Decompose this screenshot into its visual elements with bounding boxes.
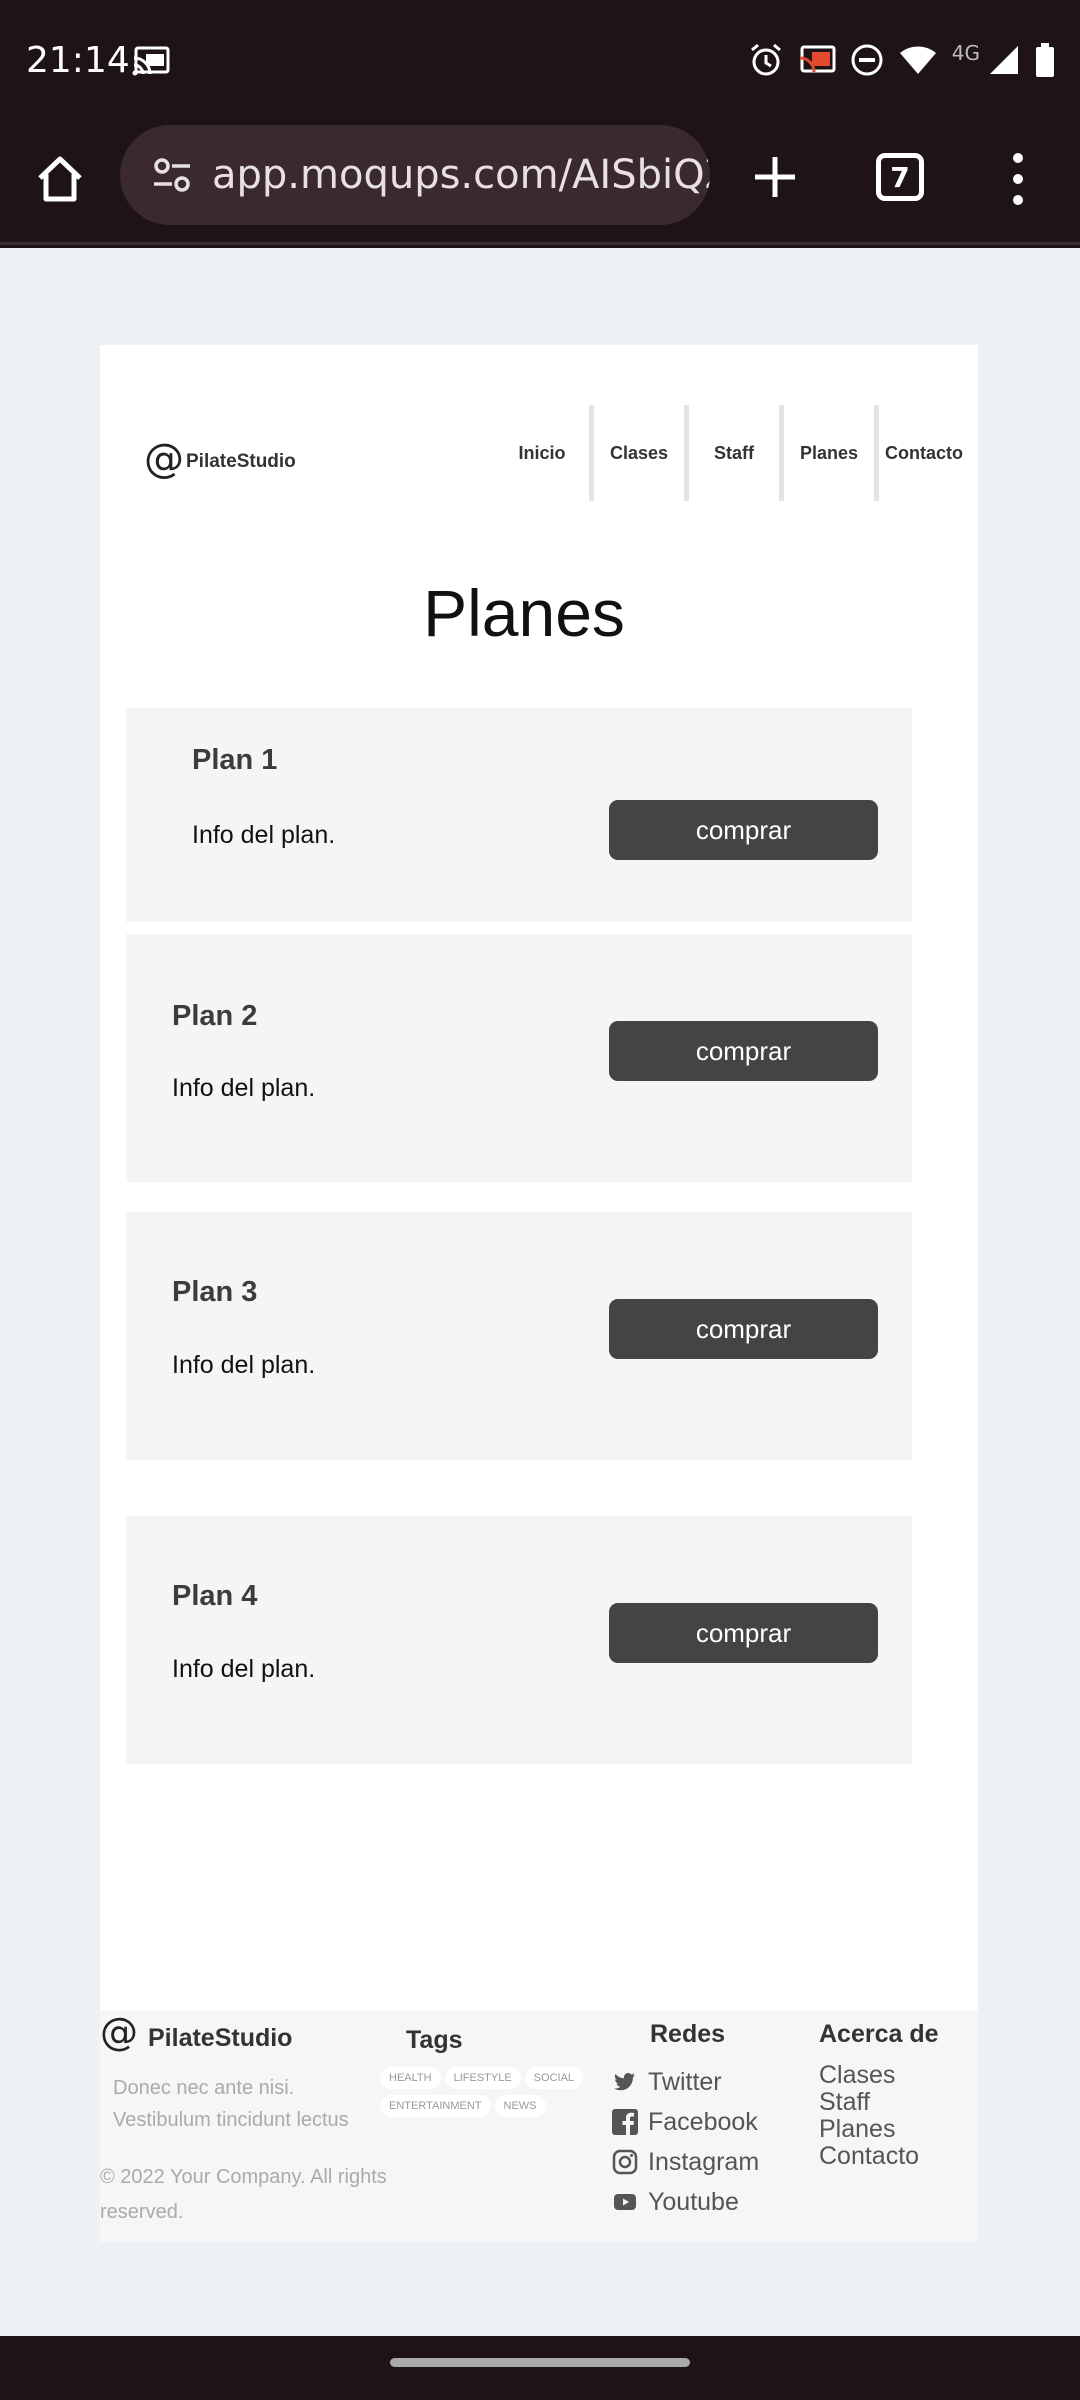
battery-icon [1034,42,1056,83]
social-facebook[interactable]: Facebook [610,2102,759,2142]
tag-entertainment[interactable]: ENTERTAINMENT [380,2095,491,2117]
status-time: 21:14 [26,40,130,81]
about-link-contacto[interactable]: Contacto [819,2143,919,2170]
buy-button[interactable]: comprar [609,1021,878,1081]
screen-cast-icon [798,44,836,81]
social-label: Twitter [648,2067,722,2096]
wifi-icon [898,44,938,81]
site-settings-icon[interactable] [150,153,194,197]
instagram-icon [610,2147,640,2177]
plan-card: Plan 4 Info del plan. comprar [126,1516,912,1764]
nav-contacto[interactable]: Contacto [879,405,969,501]
footer-description: Donec nec ante nisi. Vestibulum tincidun… [113,2077,349,2131]
plan-card: Plan 1 Info del plan. comprar [126,708,912,922]
social-label: Facebook [648,2107,758,2136]
footer-about-links: Clases Staff Planes Contacto [819,2062,919,2170]
nav-clases[interactable]: Clases [594,405,684,501]
do-not-disturb-icon [850,43,884,82]
navigation-bar [0,2336,1080,2400]
footer-tags-title: Tags [406,2026,463,2054]
home-icon[interactable] [30,149,90,209]
social-youtube[interactable]: Youtube [610,2182,759,2222]
tag-health[interactable]: HEALTH [380,2067,441,2089]
plan-info: Info del plan. [172,1351,316,1379]
tag-news[interactable]: NEWS [494,2095,546,2117]
footer-tags: HEALTH LIFESTYLE SOCIAL ENTERTAINMENT NE… [380,2067,600,2117]
signal-icon [988,44,1020,81]
main-nav: Inicio Clases Staff Planes Contacto [495,405,969,501]
network-type: 4G [951,41,980,65]
site-footer: @ PilateStudio Donec nec ante nisi. Vest… [100,2010,978,2242]
plan-title: Plan 2 [172,1000,258,1032]
plan-info: Info del plan. [192,821,336,849]
tag-lifestyle[interactable]: LIFESTYLE [444,2067,521,2089]
nav-inicio[interactable]: Inicio [495,405,589,501]
social-label: Instagram [648,2147,760,2176]
plan-card: Plan 2 Info del plan. comprar [126,934,912,1182]
tab-switcher-button[interactable]: 7 [876,153,924,201]
footer-brand[interactable]: PilateStudio [148,2024,292,2053]
about-link-staff[interactable]: Staff [819,2089,919,2116]
address-bar[interactable]: app.moqups.com/AISbiQZS [120,125,710,225]
url-text[interactable]: app.moqups.com/AISbiQZS [212,152,710,198]
about-link-clases[interactable]: Clases [819,2062,919,2089]
new-tab-icon[interactable] [745,147,805,207]
social-label: Youtube [648,2187,739,2216]
facebook-icon [610,2107,640,2137]
plan-card: Plan 3 Info del plan. comprar [126,1212,912,1460]
brand-name: PilateStudio [186,451,296,472]
alarm-icon [748,42,784,83]
page-title: Planes [423,576,625,650]
youtube-icon [610,2187,640,2217]
plan-title: Plan 3 [172,1276,258,1308]
about-link-planes[interactable]: Planes [819,2116,919,2143]
buy-button[interactable]: comprar [609,1299,878,1359]
footer-social-links: Twitter Facebook Instagram Youtube [610,2062,759,2222]
footer-social-title: Redes [650,2020,726,2048]
footer-at-icon: @ [100,2010,138,2054]
plan-title: Plan 4 [172,1580,258,1612]
page-container: @ PilateStudio Inicio Clases Staff Plane… [100,345,978,2242]
footer-about-title: Acerca de [819,2020,939,2048]
status-bar: 21:14 4G [0,0,1080,125]
brand-at-icon: @ [144,436,184,482]
tag-social[interactable]: SOCIAL [524,2067,584,2089]
plan-info: Info del plan. [172,1074,316,1102]
footer-copyright: © 2022 Your Company. All rights reserved… [100,2166,387,2223]
site-logo[interactable]: @ PilateStudio [144,439,296,479]
buy-button[interactable]: comprar [609,800,878,860]
social-instagram[interactable]: Instagram [610,2142,759,2182]
more-menu-icon[interactable] [1006,149,1030,209]
plan-info: Info del plan. [172,1655,316,1683]
cast-icon [132,46,170,81]
nav-staff[interactable]: Staff [689,405,779,501]
home-gesture-handle[interactable] [390,2358,690,2367]
plan-title: Plan 1 [192,744,278,776]
social-twitter[interactable]: Twitter [610,2062,759,2102]
web-viewport: @ PilateStudio Inicio Clases Staff Plane… [0,248,1080,2336]
status-icons: 4G [748,38,1056,86]
twitter-icon [610,2067,640,2097]
browser-toolbar: app.moqups.com/AISbiQZS 7 [0,125,1080,245]
buy-button[interactable]: comprar [609,1603,878,1663]
nav-planes[interactable]: Planes [784,405,874,501]
